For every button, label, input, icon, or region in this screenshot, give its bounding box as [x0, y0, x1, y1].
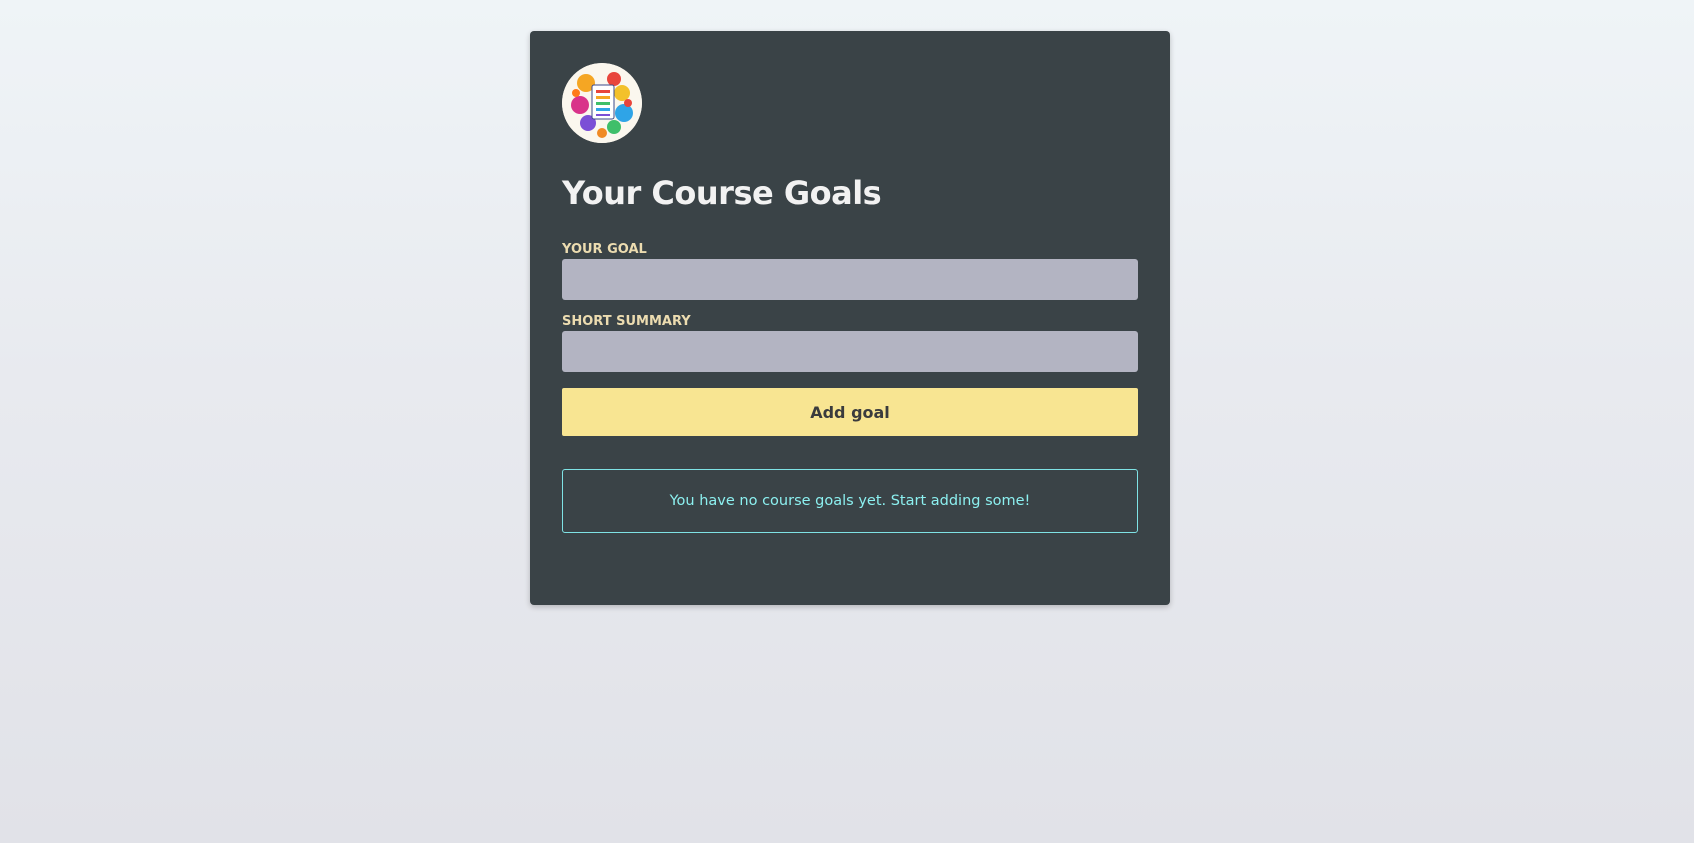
page-title: Your Course Goals: [562, 174, 882, 212]
goals-card: Your Course Goals Your goal Short summar…: [530, 31, 1170, 605]
goal-input[interactable]: [562, 259, 1138, 300]
logo-artwork: [562, 63, 642, 143]
summary-field-label: Short summary: [562, 314, 691, 329]
add-goal-form: Your goal Short summary Add goal: [562, 242, 1138, 436]
summary-input[interactable]: [562, 331, 1138, 372]
goals-empty-state: You have no course goals yet. Start addi…: [562, 469, 1138, 533]
goals-logo-icon: [562, 63, 642, 143]
goal-field-label: Your goal: [562, 242, 647, 257]
empty-state-message: You have no course goals yet. Start addi…: [669, 493, 1031, 509]
add-goal-button[interactable]: Add goal: [562, 388, 1138, 436]
